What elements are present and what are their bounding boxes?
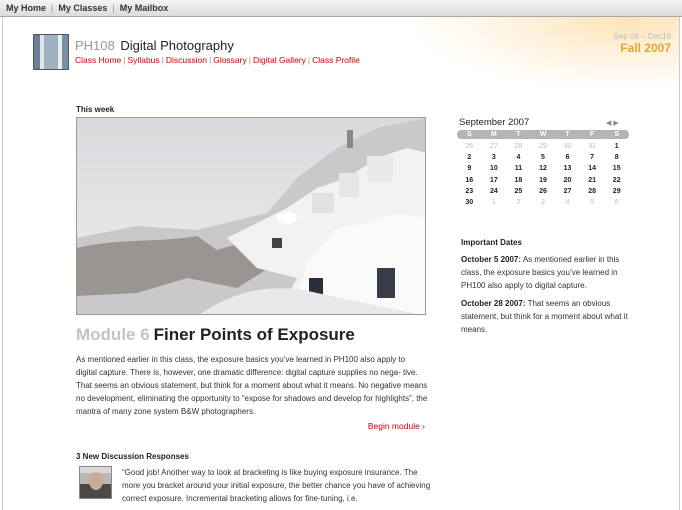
calendar-day[interactable]: 24 xyxy=(482,188,507,199)
nav-separator: | xyxy=(208,55,212,65)
avatar[interactable] xyxy=(79,466,112,499)
begin-module-link[interactable]: Begin module › xyxy=(368,421,425,431)
nav-separator: | xyxy=(112,3,115,13)
weekday-label: S xyxy=(614,131,620,138)
calendar-day[interactable]: 5 xyxy=(580,199,605,210)
weekday-label: S xyxy=(466,131,472,138)
calendar-day[interactable]: 25 xyxy=(506,188,531,199)
weekday-label: F xyxy=(589,131,595,138)
calendar-day[interactable]: 6 xyxy=(555,154,580,165)
calendar-day[interactable]: 8 xyxy=(604,154,629,165)
nav-separator: | xyxy=(123,55,126,65)
important-dates-title: Important Dates xyxy=(461,238,522,247)
calendar-day[interactable]: 31 xyxy=(580,143,605,154)
important-date-item: October 5 2007: As mentioned earlier in … xyxy=(461,253,633,292)
calendar-day[interactable]: 3 xyxy=(482,154,507,165)
calendar-day[interactable]: 7 xyxy=(580,154,605,165)
calendar-weekdays: SMTWTFS xyxy=(457,130,629,139)
calendar-day[interactable]: 18 xyxy=(506,177,531,188)
calendar-day[interactable]: 27 xyxy=(555,188,580,199)
next-month-icon[interactable]: ▶ xyxy=(613,120,618,127)
calendar-day[interactable]: 30 xyxy=(457,199,482,210)
calendar-day[interactable]: 23 xyxy=(457,188,482,199)
term-dates: Sep 06 – Dec19 xyxy=(613,32,671,41)
calendar-day[interactable]: 10 xyxy=(482,165,507,176)
calendar-day[interactable]: 5 xyxy=(531,154,556,165)
top-navigation-bar: My Home | My Classes | My Mailbox xyxy=(0,0,682,17)
calendar-day[interactable]: 14 xyxy=(580,165,605,176)
nav-my-classes[interactable]: My Classes xyxy=(58,3,107,13)
calendar-day[interactable]: 27 xyxy=(482,143,507,154)
important-date-item: October 28 2007: That seems an obvious s… xyxy=(461,297,633,336)
weekday-label: T xyxy=(565,131,570,138)
calendar-day[interactable]: 15 xyxy=(604,165,629,176)
calendar-day[interactable]: 28 xyxy=(580,188,605,199)
module-title: Finer Points of Exposure xyxy=(153,325,355,344)
module-heading: Module 6 Finer Points of Exposure xyxy=(76,325,355,345)
nav-separator: | xyxy=(161,55,164,65)
nav-my-mailbox[interactable]: My Mailbox xyxy=(120,3,169,13)
calendar-day[interactable]: 13 xyxy=(555,165,580,176)
course-name: Digital Photography xyxy=(120,38,234,53)
calendar-day[interactable]: 22 xyxy=(604,177,629,188)
calendar-day[interactable]: 2 xyxy=(457,154,482,165)
module-photo xyxy=(76,117,426,315)
calendar-day[interactable]: 4 xyxy=(555,199,580,210)
important-date-label: October 28 2007: xyxy=(461,299,526,308)
calendar-day[interactable]: 20 xyxy=(555,177,580,188)
module-number: Module 6 xyxy=(76,325,150,344)
calendar-day[interactable]: 30 xyxy=(555,143,580,154)
course-nav-discussion[interactable]: Discussion xyxy=(166,55,207,65)
calendar-day[interactable]: 29 xyxy=(531,143,556,154)
discussion-heading: 3 New Discussion Responses xyxy=(76,452,189,461)
calendar-day[interactable]: 29 xyxy=(604,188,629,199)
calendar-day[interactable]: 9 xyxy=(457,165,482,176)
this-week-label: This week xyxy=(76,105,115,114)
module-description: As mentioned earlier in this class, the … xyxy=(76,355,428,416)
course-nav-class-home[interactable]: Class Home xyxy=(75,55,121,65)
weekday-label: W xyxy=(539,131,547,138)
calendar-grid: 26 27 28 29 30 31 1 2 3 4 5 6 7 8 9 10 11 12 13 14 15 16 17 18 1… xyxy=(457,143,629,210)
calendar-day[interactable]: 2 xyxy=(506,199,531,210)
weekday-label: T xyxy=(516,131,521,138)
nav-separator: | xyxy=(51,3,54,13)
calendar-day[interactable]: 28 xyxy=(506,143,531,154)
calendar-day[interactable]: 19 xyxy=(531,177,556,188)
course-nav-class-profile[interactable]: Class Profile xyxy=(312,55,360,65)
weekday-label: M xyxy=(490,131,497,138)
calendar-day[interactable]: 21 xyxy=(580,177,605,188)
calendar-day[interactable]: 4 xyxy=(506,154,531,165)
calendar-day[interactable]: 26 xyxy=(531,188,556,199)
calendar-day[interactable]: 3 xyxy=(531,199,556,210)
calendar-day[interactable]: 1 xyxy=(482,199,507,210)
important-dates-list: October 5 2007: As mentioned earlier in … xyxy=(461,253,633,341)
calendar-day[interactable]: 26 xyxy=(457,143,482,154)
calendar-day[interactable]: 12 xyxy=(531,165,556,176)
santorini-photo xyxy=(77,118,425,314)
nav-separator: | xyxy=(307,55,311,65)
course-title: PH108 Digital Photography xyxy=(75,38,234,53)
calendar-day[interactable]: 16 xyxy=(457,177,482,188)
term-name: Fall 2007 xyxy=(620,41,671,55)
course-nav-syllabus[interactable]: Syllabus xyxy=(128,55,160,65)
important-date-label: October 5 2007: xyxy=(461,255,522,264)
course-nav-digital-gallery[interactable]: Digital Gallery xyxy=(253,55,306,65)
course-code: PH108 xyxy=(75,38,115,53)
course-navigation: Class Home | Syllabus | Discussion | Glossary |… xyxy=(75,55,360,65)
class-page: PH108 Digital Photography Class Home | Syl… xyxy=(2,17,680,510)
calendar-nav: ◀ ▶ xyxy=(606,119,619,127)
calendar-day[interactable]: 1 xyxy=(604,143,629,154)
nav-separator: | xyxy=(248,55,251,65)
discussion-comment[interactable]: “Good job! Another way to look at bracke… xyxy=(122,466,434,505)
calendar-day[interactable]: 11 xyxy=(506,165,531,176)
prev-month-icon[interactable]: ◀ xyxy=(606,120,611,127)
calendar-day[interactable]: 6 xyxy=(604,199,629,210)
calendar-month: September 2007 xyxy=(459,117,530,128)
course-nav-glossary[interactable]: Glossary xyxy=(213,55,247,65)
nav-my-home[interactable]: My Home xyxy=(6,3,46,13)
course-thumbnail xyxy=(33,34,69,70)
calendar-day[interactable]: 17 xyxy=(482,177,507,188)
